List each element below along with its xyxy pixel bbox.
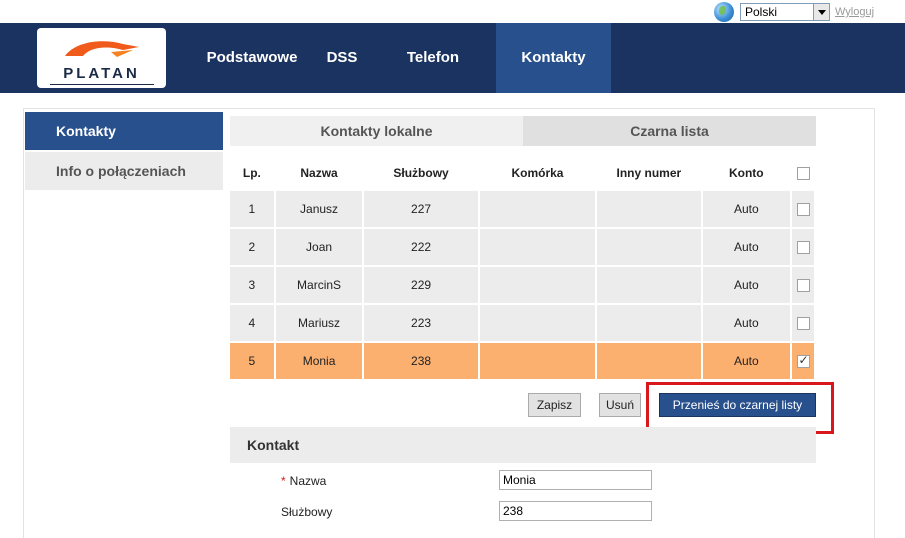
main-nav: Podstawowe DSS Telefon Kontakty	[190, 23, 611, 93]
table-row-selected[interactable]: 5 Monia 238 Auto	[230, 343, 814, 379]
col-konto: Konto	[728, 166, 764, 180]
contacts-table: Lp. Nazwa Służbowy Komórka Inny numer Ko…	[228, 155, 816, 381]
language-select[interactable]: Polski	[740, 3, 830, 21]
cell-konto: Auto	[702, 229, 791, 265]
cell-lp: 2	[230, 229, 274, 265]
cell-inny	[597, 229, 701, 265]
cell-sluzbowy: 238	[364, 343, 478, 379]
cell-lp: 4	[230, 305, 274, 341]
logout-link[interactable]: Wyloguj	[835, 6, 874, 18]
row-checkbox-cell	[792, 229, 814, 265]
cell-sluzbowy: 229	[364, 267, 478, 303]
work-number-label: Służbowy	[281, 505, 333, 519]
chevron-down-icon[interactable]	[813, 4, 829, 20]
row-checkbox-cell	[792, 191, 814, 227]
globe-icon	[714, 2, 734, 22]
header: PLATAN Podstawowe DSS Telefon Kontakty	[0, 23, 905, 93]
nav-telefon[interactable]: Telefon	[370, 23, 496, 93]
top-bar: Polski Wyloguj	[0, 0, 905, 23]
name-label: * Nazwa	[281, 474, 327, 488]
table-row[interactable]: 3 MarcinS 229 Auto	[230, 267, 814, 303]
cell-sluzbowy: 222	[364, 229, 478, 265]
nav-kontakty[interactable]: Kontakty	[496, 23, 611, 93]
cell-inny	[597, 191, 701, 227]
cell-konto: Auto	[702, 343, 791, 379]
sidebar: Kontakty Info o połączeniach	[25, 112, 223, 192]
nav-dss[interactable]: DSS	[314, 23, 370, 93]
cell-lp: 3	[230, 267, 274, 303]
row-checkbox-checked[interactable]	[796, 353, 810, 369]
tab-kontakty-lokalne[interactable]: Kontakty lokalne	[230, 116, 523, 146]
col-inny-numer: Inny numer	[616, 166, 682, 180]
table-row[interactable]: 1 Janusz 227 Auto	[230, 191, 814, 227]
section-title: Kontakt	[247, 437, 300, 453]
row-checkbox-cell	[792, 305, 814, 341]
row-checkbox-cell	[792, 343, 814, 379]
cell-sluzbowy: 223	[364, 305, 478, 341]
col-komorka: Komórka	[511, 166, 564, 180]
table-header-row: Lp. Nazwa Służbowy Komórka Inny numer Ko…	[230, 157, 814, 189]
sidebar-item-kontakty[interactable]: Kontakty	[25, 112, 223, 150]
row-checkbox[interactable]	[796, 279, 810, 293]
col-nazwa: Nazwa	[300, 166, 338, 180]
tabs: Kontakty lokalne Czarna lista	[230, 116, 816, 146]
cell-lp: 1	[230, 191, 274, 227]
row-checkbox-cell	[792, 267, 814, 303]
cell-komorka	[479, 229, 596, 265]
col-sluzbowy: Służbowy	[393, 166, 449, 180]
row-checkbox[interactable]	[796, 241, 810, 255]
logo: PLATAN	[37, 28, 166, 88]
checkbox[interactable]	[796, 167, 810, 181]
language-value: Polski	[745, 5, 778, 19]
cell-lp: 5	[230, 343, 274, 379]
sidebar-item-info-polaczen[interactable]: Info o połączeniach	[25, 152, 223, 190]
main-area: Kontakty lokalne Czarna lista Lp. Nazwa …	[230, 116, 816, 381]
cell-konto: Auto	[702, 267, 791, 303]
cell-nazwa: Monia	[275, 343, 363, 379]
tab-czarna-lista[interactable]: Czarna lista	[523, 116, 816, 146]
row-checkbox[interactable]	[796, 203, 810, 217]
cell-konto: Auto	[702, 305, 791, 341]
table-row[interactable]: 4 Mariusz 223 Auto	[230, 305, 814, 341]
cell-nazwa: Mariusz	[275, 305, 363, 341]
select-all-checkbox[interactable]	[792, 157, 814, 189]
logo-swoosh-icon	[65, 41, 139, 57]
logo-text: PLATAN	[37, 65, 166, 85]
required-marker: *	[281, 474, 286, 488]
row-checkbox[interactable]	[796, 317, 810, 331]
contact-section-header: Kontakt	[230, 427, 816, 463]
table-row[interactable]: 2 Joan 222 Auto	[230, 229, 814, 265]
cell-komorka	[479, 305, 596, 341]
cell-sluzbowy: 227	[364, 191, 478, 227]
cell-komorka	[479, 343, 596, 379]
cell-inny	[597, 305, 701, 341]
name-field[interactable]	[499, 470, 652, 490]
cell-konto: Auto	[702, 191, 791, 227]
delete-button[interactable]: Usuń	[599, 393, 641, 417]
work-number-field[interactable]	[499, 501, 652, 521]
cell-komorka	[479, 191, 596, 227]
cell-nazwa: MarcinS	[275, 267, 363, 303]
content-panel: Kontakty Info o połączeniach Kontakty lo…	[23, 108, 875, 538]
cell-inny	[597, 267, 701, 303]
cell-inny	[597, 343, 701, 379]
cell-nazwa: Joan	[275, 229, 363, 265]
cell-nazwa: Janusz	[275, 191, 363, 227]
col-lp: Lp.	[242, 166, 261, 180]
save-button[interactable]: Zapisz	[528, 393, 581, 417]
nav-podstawowe[interactable]: Podstawowe	[190, 23, 314, 93]
cell-komorka	[479, 267, 596, 303]
